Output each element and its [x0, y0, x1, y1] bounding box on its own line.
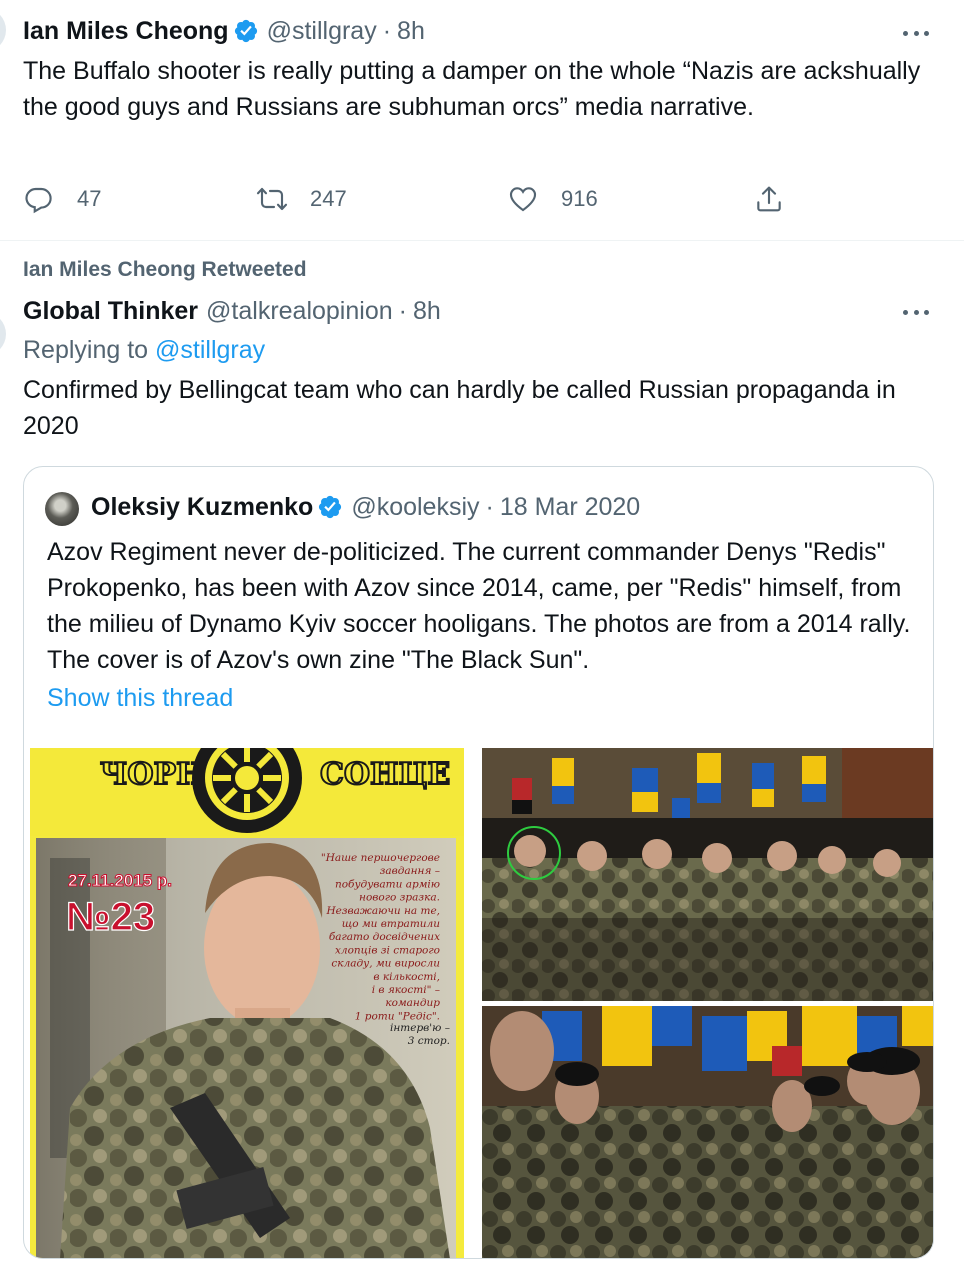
- cover-quote-line: побудувати армію: [335, 878, 440, 890]
- avatar[interactable]: [45, 492, 79, 526]
- cover-interview-line: інтерв'ю –: [390, 1022, 450, 1034]
- cover-quote-line: що ми втратили: [342, 918, 440, 930]
- author-handle[interactable]: @talkrealopinion: [206, 296, 393, 326]
- like-icon: [509, 187, 537, 212]
- tweet-ian-miles-cheong[interactable]: Ian Miles Cheong @stillgray · 8h The Buf…: [0, 0, 964, 241]
- cover-issue-number: №23: [66, 895, 155, 939]
- tweet-text: The Buffalo shooter is really putting a …: [23, 57, 921, 121]
- cover-quote-line: складу, ми виросли: [331, 958, 440, 970]
- replying-to-handle[interactable]: @stillgray: [155, 336, 265, 364]
- retweet-icon: [256, 187, 288, 211]
- more-icon[interactable]: [900, 302, 932, 322]
- cover-quote-line: командир: [385, 997, 440, 1009]
- quoted-tweet-header: Oleksiy Kuzmenko @kooleksiy · 18 Mar 202…: [91, 492, 640, 522]
- cover-date: 27.11.2015 р.: [68, 871, 172, 890]
- cover-interview-line: 3 стор.: [408, 1035, 450, 1047]
- author-name[interactable]: Ian Miles Cheong: [23, 16, 229, 46]
- cover-quote-line: хлопців зі старого: [335, 944, 440, 956]
- tweet-time[interactable]: 8h: [397, 16, 425, 46]
- quoted-tweet[interactable]: Oleksiy Kuzmenko @kooleksiy · 18 Mar 202…: [23, 466, 934, 1259]
- replying-to: Replying to @stillgray: [23, 334, 265, 366]
- cover-quote-line: Незважаючи на те,: [325, 905, 440, 917]
- retweet-count: 247: [310, 186, 347, 211]
- tweet-text: Confirmed by Bellingcat team who can har…: [23, 376, 896, 440]
- cover-quote-line: 1 роти "Редіс".: [355, 1010, 440, 1022]
- quoted-tweet-date[interactable]: 18 Mar 2020: [500, 492, 640, 522]
- share-icon: [757, 186, 781, 212]
- tweet-header: Ian Miles Cheong @stillgray · 8h: [23, 16, 425, 46]
- more-icon[interactable]: [900, 23, 932, 43]
- cover-title-right: СОНЦЕ: [320, 757, 450, 792]
- quoted-author-handle[interactable]: @kooleksiy: [351, 492, 479, 522]
- rally-photo-2[interactable]: [482, 1006, 933, 1258]
- replying-to-label: Replying to: [23, 336, 149, 364]
- tweet-actions: 47 247 916: [23, 183, 813, 219]
- like-count: 916: [561, 186, 598, 211]
- quoted-author-name[interactable]: Oleksiy Kuzmenko: [91, 492, 313, 522]
- rally-photo-1[interactable]: [482, 748, 933, 1001]
- avatar[interactable]: [0, 312, 6, 356]
- cover-quote-line: багато досвідчених: [329, 931, 440, 943]
- verified-badge-icon: [233, 18, 259, 44]
- avatar[interactable]: [0, 8, 6, 52]
- author-name[interactable]: Global Thinker: [23, 296, 198, 326]
- cover-quote-line: "Наше першочергове: [321, 852, 440, 864]
- retweeted-label[interactable]: Ian Miles Cheong Retweeted: [23, 258, 307, 282]
- tweet-header: Global Thinker @talkrealopinion · 8h: [23, 296, 441, 326]
- zine-cover-photo[interactable]: ЧОРНЕ СОНЦЕ 27.11.2015 р. №23 "Наше перш…: [30, 748, 464, 1258]
- separator-dot: ·: [485, 493, 494, 521]
- quoted-tweet-text: Azov Regiment never de-politicized. The …: [47, 538, 911, 674]
- cover-quote-line: в кількості,: [373, 971, 440, 983]
- author-handle[interactable]: @stillgray: [267, 16, 377, 46]
- tweet-time[interactable]: 8h: [413, 296, 441, 326]
- cover-quote-line: нового зразка.: [359, 892, 440, 904]
- reply-button[interactable]: 47: [23, 183, 101, 215]
- retweet-button[interactable]: 247: [256, 183, 347, 215]
- cover-quote-line: і в якості" –: [372, 984, 440, 996]
- like-button[interactable]: 916: [507, 183, 598, 215]
- reply-icon: [25, 187, 52, 214]
- media-grid: ЧОРНЕ СОНЦЕ 27.11.2015 р. №23 "Наше перш…: [30, 748, 933, 1258]
- cover-quote-line: завдання –: [380, 865, 440, 877]
- separator-dot: ·: [382, 17, 392, 45]
- verified-badge-icon: [317, 494, 343, 520]
- separator-dot: ·: [398, 297, 407, 325]
- share-button[interactable]: [753, 183, 807, 215]
- show-thread-link[interactable]: Show this thread: [47, 684, 233, 713]
- reply-count: 47: [77, 186, 102, 211]
